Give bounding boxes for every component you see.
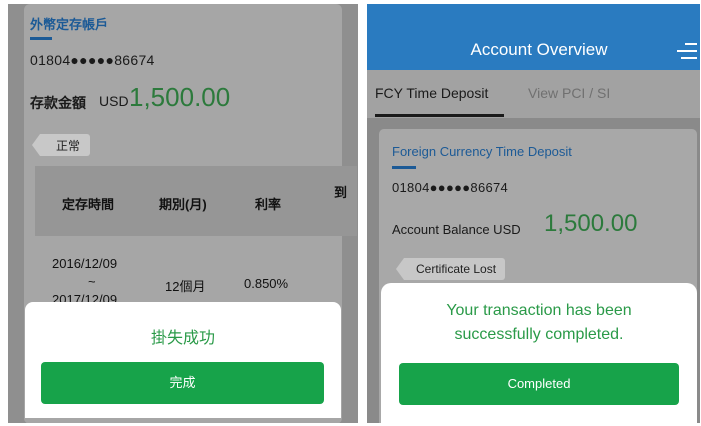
- status-badge: Certificate Lost: [395, 258, 506, 280]
- complete-button[interactable]: 完成: [41, 362, 324, 404]
- column-header-cut-off: 到: [334, 185, 348, 200]
- success-message: Your transaction has been successfully c…: [381, 299, 697, 347]
- tab-bar: FCY Time Deposit View PCI / SI: [367, 70, 700, 118]
- success-dialog: Your transaction has been successfully c…: [381, 283, 697, 423]
- balance-amount: 1,500.00: [129, 82, 231, 112]
- column-header-deposit-period: 定存時間: [62, 197, 115, 212]
- success-dialog: 掛失成功 完成: [25, 302, 341, 418]
- column-header-term: 期別(月): [159, 197, 207, 212]
- account-number: 01804●●●●●86674: [30, 52, 155, 68]
- balance-label: Account Balance USD: [392, 222, 521, 237]
- card-title[interactable]: 外幣定存帳戶: [30, 14, 108, 33]
- column-header-rate: 利率: [255, 197, 282, 212]
- account-number: 01804●●●●●86674: [392, 180, 509, 195]
- card-title[interactable]: Foreign Currency Time Deposit: [392, 144, 572, 159]
- success-message-line2: successfully completed.: [454, 326, 624, 343]
- balance-amount: 1,500.00: [544, 210, 638, 237]
- success-message-line1: Your transaction has been: [446, 302, 632, 319]
- tab-view-pci-si[interactable]: View PCI / SI: [528, 85, 610, 101]
- hamburger-menu-icon[interactable]: [675, 40, 697, 62]
- row-rate: 0.850%: [244, 276, 289, 291]
- app-header: Account Overview: [367, 4, 700, 70]
- row-date-separator: ~: [88, 274, 96, 289]
- row-term: 12個月: [165, 279, 206, 294]
- balance-currency: USD: [99, 93, 129, 109]
- english-screen: Account Overview FCY Time Deposit View P…: [367, 4, 700, 423]
- active-tab-indicator: [375, 114, 504, 117]
- tab-fcy-time-deposit[interactable]: FCY Time Deposit: [375, 85, 488, 101]
- completed-button[interactable]: Completed: [399, 363, 679, 405]
- title-underline: [30, 37, 52, 40]
- balance-label: 存款金額: [30, 95, 86, 111]
- title-underline: [392, 166, 416, 169]
- row-start-date: 2016/12/09: [52, 256, 118, 271]
- success-message: 掛失成功: [150, 330, 215, 347]
- comparison-stage: 外幣定存帳戶 01804●●●●●86674 存款金額 USD 1,500.00…: [0, 0, 701, 426]
- header-title: Account Overview: [470, 40, 608, 59]
- chinese-screen: 外幣定存帳戶 01804●●●●●86674 存款金額 USD 1,500.00…: [8, 4, 358, 423]
- status-badge: 正常: [31, 134, 91, 156]
